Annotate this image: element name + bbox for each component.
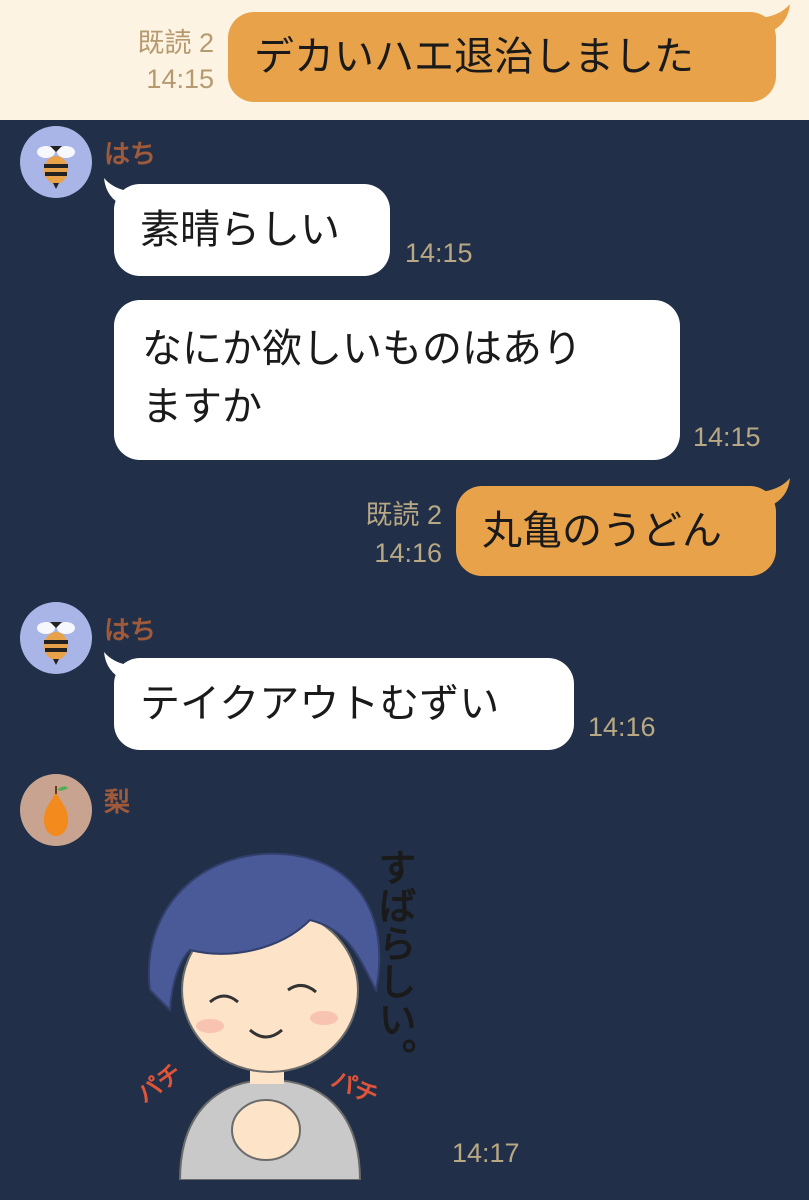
clapping-boy-sticker[interactable]: すばらしい。 パチ パチ [110,840,450,1181]
bubble-tail [760,478,790,506]
read-receipt: 既読 2 [137,28,214,58]
sticker-caption: すばらしい。 [372,848,416,1076]
message-text-line: ますか [142,384,262,430]
sender-name: 梨 [104,788,131,818]
sender-avatar[interactable] [20,774,92,846]
read-receipt: 既読 2 [365,500,442,530]
message-text: デカいハエ退治しました [254,34,694,80]
message-time: 14:17 [452,1138,520,1168]
incoming-message-bubble[interactable]: なにか欲しいものはあり ますか [114,300,680,460]
sender-name: はち [104,140,157,170]
sender-name: はち [104,616,157,646]
outgoing-message-bubble[interactable]: 丸亀のうどん [456,486,776,576]
message-time: 14:16 [588,712,656,742]
message-time: 14:15 [405,238,473,268]
message-time: 14:15 [146,64,214,94]
message-time: 14:16 [374,538,442,568]
sender-avatar[interactable] [20,602,92,674]
outgoing-message-bubble[interactable]: デカいハエ退治しました [228,12,776,102]
message-text: テイクアウトむずい [140,681,500,727]
pear-icon [44,786,68,836]
incoming-message-bubble[interactable]: 素晴らしい [114,184,390,276]
message-text-line: なにか欲しいものはあり [142,326,582,372]
incoming-message-bubble[interactable]: テイクアウトむずい [114,658,574,750]
bubble-tail [760,4,790,32]
bee-icon [37,146,75,189]
message-time: 14:15 [693,422,761,452]
message-text: 素晴らしい [140,207,340,253]
message-text: 丸亀のうどん [482,508,722,554]
sender-avatar[interactable] [20,126,92,198]
bee-icon [37,622,75,665]
